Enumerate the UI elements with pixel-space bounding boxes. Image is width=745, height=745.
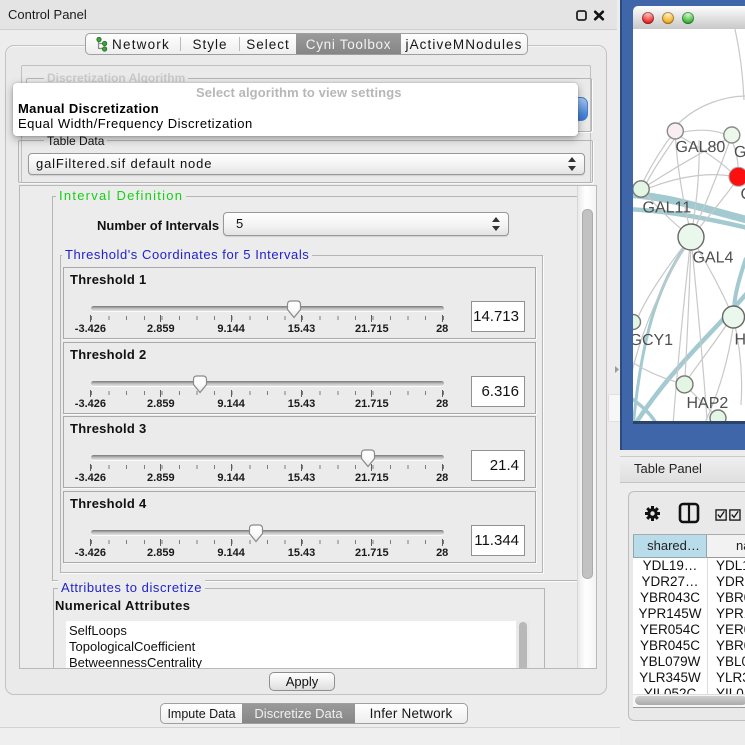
svg-text:HAP2: HAP2 xyxy=(687,395,729,412)
svg-text:GAL11: GAL11 xyxy=(643,200,692,217)
svg-text:H: H xyxy=(735,332,745,349)
svg-text:C: C xyxy=(741,186,745,203)
svg-text:GAL80: GAL80 xyxy=(676,139,726,156)
svg-text:GAL4: GAL4 xyxy=(693,250,734,267)
svg-text:GA: GA xyxy=(734,144,745,161)
svg-text:GCY1: GCY1 xyxy=(633,332,673,349)
